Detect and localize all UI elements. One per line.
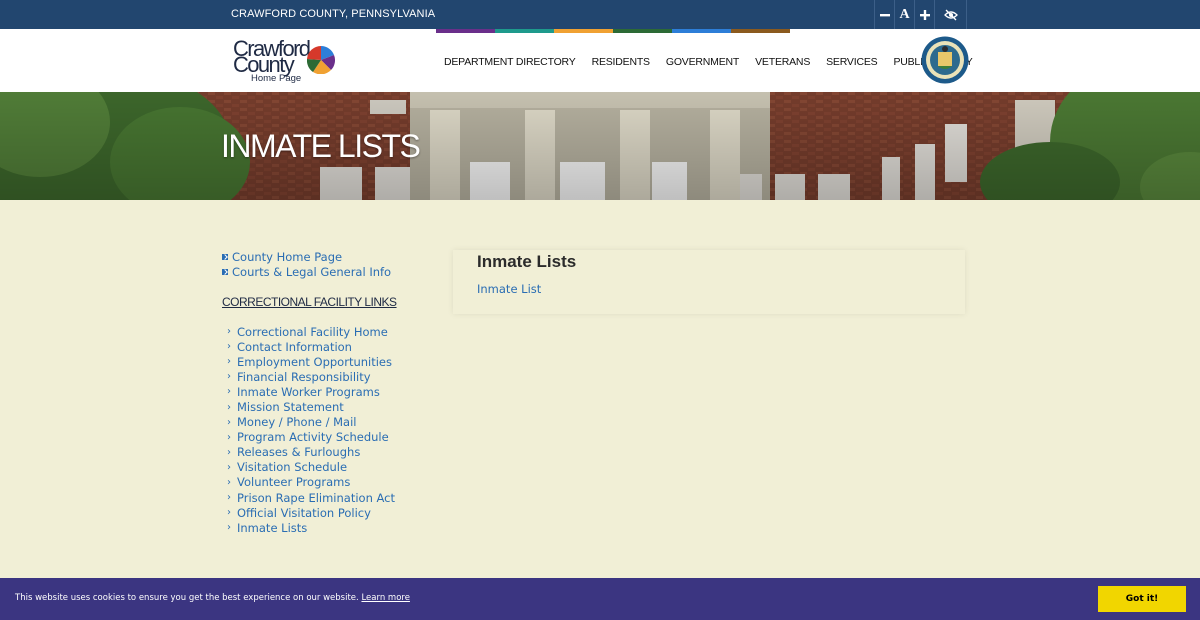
content-title: Inmate Lists (477, 252, 577, 271)
sidebar-facility-link-label: Releases & Furloughs (237, 445, 361, 460)
inmate-list-link[interactable]: Inmate List (477, 282, 541, 296)
high-contrast-button[interactable] (934, 0, 967, 29)
sidebar-facility-link-label: Prison Rape Elimination Act (237, 490, 396, 505)
sidebar-facility-link[interactable]: › Correctional Facility Home (227, 324, 395, 339)
sidebar-facility-link[interactable]: › Visitation Schedule (227, 460, 395, 475)
nav-department-directory[interactable]: DEPARTMENT DIRECTORY (444, 56, 576, 68)
page-title: INMATE LISTS (221, 128, 421, 164)
nav-services[interactable]: SERVICES (826, 56, 878, 68)
sidebar-facility-link[interactable]: › Volunteer Programs (227, 475, 395, 490)
minus-icon (879, 13, 890, 16)
pennsylvania-seal-icon[interactable] (921, 36, 969, 84)
logo-pie-icon (307, 46, 335, 74)
sidebar-facility-link-label: Inmate Worker Programs (237, 384, 380, 399)
chevron-right-icon: › (227, 356, 231, 368)
county-name: CRAWFORD COUNTY, PENNSYLVANIA (231, 8, 436, 20)
chevron-right-icon: › (227, 401, 231, 413)
sidebar-heading: CORRECTIONAL FACILITY LINKS (222, 295, 397, 309)
cookie-message: This website uses cookies to ensure you … (15, 593, 359, 603)
arrow-square-icon (222, 253, 228, 260)
nav-color-bar (436, 29, 790, 33)
nav-color-segment (613, 29, 672, 33)
sidebar-facility-link-label: Official Visitation Policy (237, 505, 371, 520)
sidebar-facility-link[interactable]: › Official Visitation Policy (227, 505, 395, 520)
plus-icon (919, 9, 930, 20)
site-logo[interactable]: Crawford County Home Page (233, 38, 337, 86)
sidebar-facility-link-label: Volunteer Programs (237, 475, 351, 490)
sidebar-facility-link[interactable]: › Mission Statement (227, 399, 395, 414)
sidebar-facility-link[interactable]: › Employment Opportunities (227, 354, 395, 369)
font-size-icon: A (899, 6, 910, 22)
courthouse-photo (0, 92, 1200, 200)
sidebar-facility-link[interactable]: › Money / Phone / Mail (227, 415, 395, 430)
chevron-right-icon: › (227, 507, 231, 519)
chevron-right-icon: › (227, 522, 231, 534)
content-panel: Inmate Lists Inmate List (453, 250, 965, 314)
sidebar-facility-link-label: Financial Responsibility (237, 369, 371, 384)
chevron-right-icon: › (227, 416, 231, 428)
sidebar-facility-link-label: Mission Statement (237, 400, 344, 415)
nav-color-segment (672, 29, 731, 33)
site-header: Crawford County Home Page DEPARTMENT DIR… (0, 29, 1200, 92)
sidebar-facility-link-label: Contact Information (237, 339, 352, 354)
decrease-font-button[interactable] (874, 0, 894, 29)
sidebar-facility-link[interactable]: › Inmate Worker Programs (227, 384, 395, 399)
sidebar-link-courts-legal[interactable]: Courts & Legal General Info (222, 264, 391, 279)
cookie-banner: This website uses cookies to ensure you … (0, 578, 1200, 620)
sidebar-facility-link-label: Program Activity Schedule (237, 430, 389, 445)
hero-banner: INMATE LISTS (0, 92, 1200, 200)
hide-eye-icon (943, 9, 958, 20)
sidebar-facility-link[interactable]: › Releases & Furloughs (227, 445, 395, 460)
chevron-right-icon: › (227, 326, 231, 338)
main-nav: DEPARTMENT DIRECTORY RESIDENTS GOVERNMEN… (444, 56, 989, 68)
learn-more-link[interactable]: Learn more (361, 593, 409, 603)
sidebar-facility-link-label: Inmate Lists (237, 520, 308, 535)
cookie-accept-button[interactable]: Got it! (1098, 586, 1186, 612)
nav-color-segment (731, 29, 790, 33)
accessibility-tools: A (874, 0, 967, 29)
nav-veterans[interactable]: VETERANS (755, 56, 810, 68)
nav-color-segment (495, 29, 554, 33)
nav-color-segment (436, 29, 495, 33)
chevron-right-icon: › (227, 492, 231, 504)
chevron-right-icon: › (227, 461, 231, 473)
sidebar-facility-link[interactable]: › Financial Responsibility (227, 369, 395, 384)
sidebar-facility-link[interactable]: › Inmate Lists (227, 520, 395, 535)
cookie-message-row: This website uses cookies to ensure you … (15, 593, 410, 603)
chevron-right-icon: › (227, 386, 231, 398)
logo-text-line2: County (233, 52, 295, 77)
sidebar-facility-link-label: Money / Phone / Mail (237, 415, 357, 430)
sidebar-link-label: County Home Page (232, 249, 343, 264)
arrow-square-icon (222, 268, 228, 275)
chevron-right-icon: › (227, 341, 231, 353)
increase-font-button[interactable] (914, 0, 934, 29)
sidebar-facility-link-label: Correctional Facility Home (237, 324, 388, 339)
sidebar-top-links: County Home Page Courts & Legal General … (222, 249, 391, 279)
top-bar: CRAWFORD COUNTY, PENNSYLVANIA A (0, 0, 1200, 29)
sidebar-link-county-home[interactable]: County Home Page (222, 249, 391, 264)
nav-government[interactable]: GOVERNMENT (666, 56, 739, 68)
sidebar-facility-link-label: Employment Opportunities (237, 354, 393, 369)
sidebar-facility-link[interactable]: › Program Activity Schedule (227, 430, 395, 445)
chevron-right-icon: › (227, 446, 231, 458)
nav-color-segment (554, 29, 613, 33)
correctional-facility-links: › Correctional Facility Home › Contact Info… (227, 324, 395, 535)
logo-subtitle: Home Page (251, 73, 302, 84)
reset-font-button[interactable]: A (894, 0, 914, 29)
chevron-right-icon: › (227, 476, 231, 488)
chevron-right-icon: › (227, 431, 231, 443)
sidebar-facility-link[interactable]: › Prison Rape Elimination Act (227, 490, 395, 505)
chevron-right-icon: › (227, 371, 231, 383)
sidebar-facility-link-label: Visitation Schedule (237, 460, 348, 475)
nav-residents[interactable]: RESIDENTS (592, 56, 650, 68)
sidebar-facility-link[interactable]: › Contact Information (227, 339, 395, 354)
sidebar-link-label: Courts & Legal General Info (232, 264, 392, 279)
